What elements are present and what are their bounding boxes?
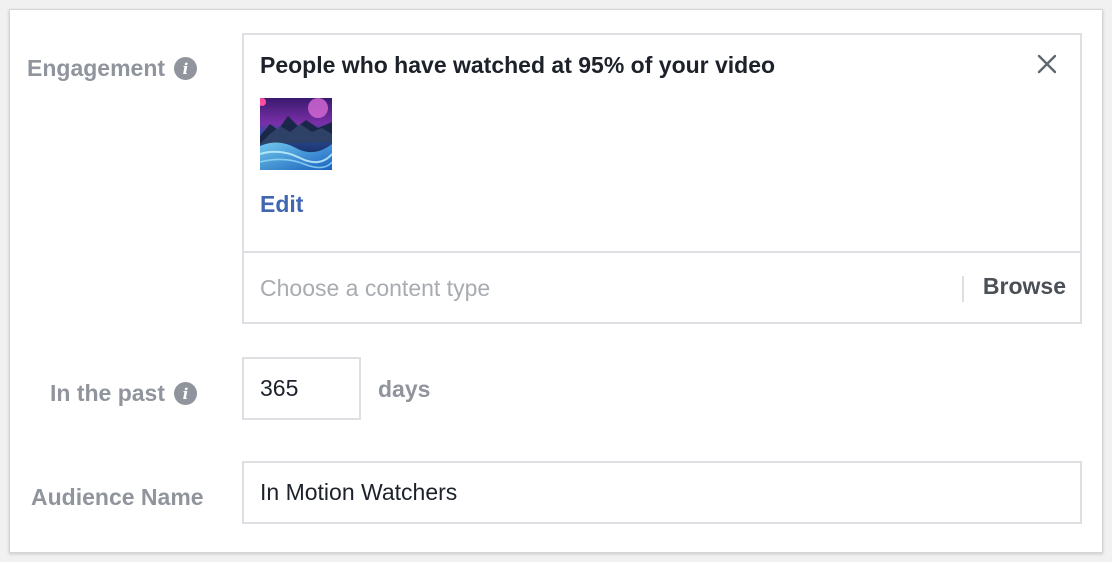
engagement-label: Engagement: [27, 55, 166, 81]
retention-label-row: In the past i: [50, 380, 198, 407]
selected-engagement-title: People who have watched at 95% of your v…: [260, 52, 776, 78]
audience-name-label-row: Audience Name: [31, 484, 204, 511]
video-thumbnail-image: [260, 98, 332, 170]
audience-name-input[interactable]: [242, 461, 1082, 524]
retention-label: In the past: [50, 380, 166, 406]
close-icon[interactable]: [1032, 49, 1062, 79]
info-icon[interactable]: i: [174, 57, 198, 80]
engagement-label-row: Engagement i: [27, 55, 198, 82]
info-icon[interactable]: i: [174, 382, 198, 405]
days-suffix: days: [378, 376, 431, 402]
browse-button[interactable]: Browse: [983, 273, 1066, 300]
audience-name-label: Audience Name: [31, 484, 204, 510]
edit-link[interactable]: Edit: [260, 191, 303, 218]
divider: [962, 276, 964, 302]
custom-audience-form: Engagement i People who have watched at …: [9, 9, 1103, 553]
content-type-chooser: Browse: [244, 255, 1080, 322]
selected-engagement-item: People who have watched at 95% of your v…: [244, 35, 1080, 253]
retention-days-input[interactable]: [242, 357, 361, 420]
engagement-selector: People who have watched at 95% of your v…: [242, 33, 1082, 324]
content-type-input[interactable]: [260, 255, 940, 322]
